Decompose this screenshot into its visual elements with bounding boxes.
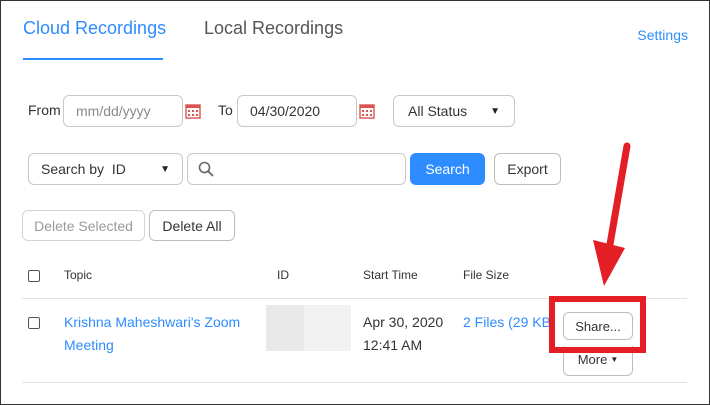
search-input[interactable] [187,153,406,185]
column-header-file-size: File Size [463,268,510,282]
search-by-select[interactable]: Search by ID ▼ [28,153,183,185]
tab-local-recordings[interactable]: Local Recordings [204,18,343,39]
file-size-link[interactable]: 2 Files (29 KB) [463,311,549,333]
search-by-value: Search by ID [41,161,126,177]
start-time: 12:41 AM [363,337,423,353]
search-icon [198,161,214,177]
table-row-divider [22,382,687,383]
chevron-down-icon: ▼ [490,105,500,117]
delete-all-button[interactable]: Delete All [149,210,235,241]
column-header-topic: Topic [64,268,93,282]
delete-selected-button[interactable]: Delete Selected [22,210,145,241]
meeting-id-redacted [266,305,351,351]
caret-down-icon: ▼ [610,355,619,364]
to-label: To [218,102,233,118]
calendar-icon[interactable] [359,103,375,119]
more-button-label: More [577,352,608,367]
status-select[interactable]: All Status ▼ [393,95,515,127]
status-select-value: All Status [408,103,468,119]
from-date-input[interactable]: mm/dd/yyyy [63,95,183,127]
column-header-id: ID [277,268,289,282]
share-highlight-box [549,296,646,353]
to-date-input[interactable]: 04/30/2020 [237,95,357,127]
select-all-checkbox[interactable] [28,270,40,282]
export-button[interactable]: Export [494,153,561,185]
active-tab-indicator [23,58,163,60]
search-button[interactable]: Search [410,153,485,185]
recording-topic-link-line2[interactable]: Meeting [64,334,114,356]
recording-topic-link[interactable]: Krishna Maheshwari's Zoom [64,311,240,333]
column-header-start-time: Start Time [363,268,418,282]
tab-cloud-recordings[interactable]: Cloud Recordings [23,18,166,39]
row-checkbox[interactable] [28,317,40,329]
chevron-down-icon: ▼ [160,163,170,175]
calendar-icon[interactable] [185,103,201,119]
from-label: From [28,102,61,118]
settings-link[interactable]: Settings [637,27,688,43]
pointer-arrow-icon [593,142,631,286]
start-date: Apr 30, 2020 [363,314,444,330]
